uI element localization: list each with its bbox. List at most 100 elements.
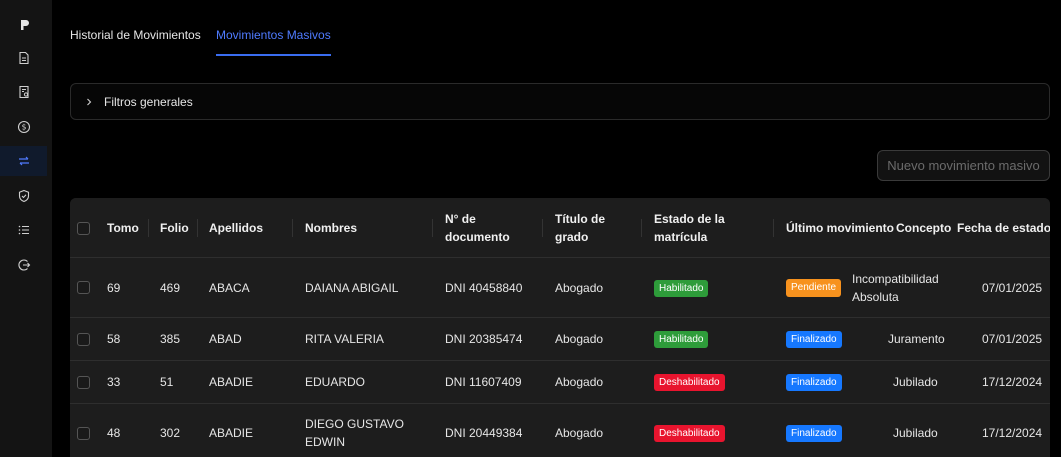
cell-tomo: 48 xyxy=(107,426,121,440)
cell-concepto: Jubilado xyxy=(893,375,938,389)
cell-documento: DNI 20385474 xyxy=(445,332,523,346)
cell-nombres-line1: DIEGO GUSTAVO xyxy=(305,417,404,431)
cell-tomo: 58 xyxy=(107,332,121,346)
tab-movimientos-masivos[interactable]: Movimientos Masivos xyxy=(216,22,331,56)
sidebar-item-payments[interactable]: $ xyxy=(0,112,47,142)
movements-table: Tomo Folio Apellidos Nombres N° de docum… xyxy=(70,198,1050,457)
cell-apellidos: ABADIE xyxy=(209,375,254,389)
transfer-icon xyxy=(18,156,29,166)
cell-nombres: DAIANA ABIGAIL xyxy=(305,281,399,295)
movement-badge-finalizado: Finalizado xyxy=(786,425,842,442)
sidebar-item-security[interactable] xyxy=(0,181,47,211)
cell-folio: 302 xyxy=(160,426,181,440)
row-checkbox[interactable] xyxy=(77,281,90,294)
chevron-right-icon xyxy=(87,98,92,105)
row-checkbox[interactable] xyxy=(77,333,90,346)
header-documento[interactable]: N° de documento xyxy=(445,210,510,246)
cell-folio: 51 xyxy=(160,375,174,389)
cell-nombres: EDUARDO xyxy=(305,375,366,389)
shield-check-icon xyxy=(18,189,29,203)
sidebar-item-movements[interactable] xyxy=(0,146,47,176)
list-icon xyxy=(18,225,29,235)
movement-badge-pendiente: Pendiente xyxy=(786,279,842,297)
sidebar: $ xyxy=(0,0,52,457)
header-ultimo-movimiento[interactable]: Último movimiento xyxy=(786,219,894,237)
filters-accordion[interactable]: Filtros generales xyxy=(70,83,1050,120)
cell-tomo: 33 xyxy=(107,375,121,389)
svg-text:$: $ xyxy=(21,123,26,132)
header-documento-line1: N° de xyxy=(445,212,476,226)
table-row[interactable]: 33 51 ABADIE EDUARDO DNI 11607409 Abogad… xyxy=(70,361,1050,404)
sidebar-item-list[interactable] xyxy=(0,215,47,245)
cell-concepto: Jubilado xyxy=(893,426,938,440)
status-badge-habilitado: Habilitado xyxy=(654,331,709,348)
table-header: Tomo Folio Apellidos Nombres N° de docum… xyxy=(70,198,1050,258)
header-titulo[interactable]: Título de grado xyxy=(555,210,605,246)
table-row[interactable]: 48 302 ABADIE DIEGO GUSTAVO EDWIN DNI 20… xyxy=(70,404,1050,457)
cell-documento: DNI 11607409 xyxy=(445,375,522,389)
cell-concepto-line2: Absoluta xyxy=(852,290,899,304)
cell-fecha: 07/01/2025 xyxy=(982,332,1043,346)
header-fecha-estado[interactable]: Fecha de estado xyxy=(957,219,1050,237)
sidebar-item-logout[interactable] xyxy=(0,250,47,280)
column-divider xyxy=(148,219,149,237)
row-checkbox[interactable] xyxy=(77,427,90,440)
cell-documento: DNI 20449384 xyxy=(445,426,523,440)
logo-icon xyxy=(20,20,29,30)
header-estado[interactable]: Estado de la matrícula xyxy=(654,210,725,246)
header-tomo[interactable]: Tomo xyxy=(107,219,139,237)
cell-tomo: 69 xyxy=(107,281,121,295)
cell-fecha: 07/01/2025 xyxy=(982,281,1043,295)
table-row[interactable]: 58 385 ABAD RITA VALERIA DNI 20385474 Ab… xyxy=(70,318,1050,361)
cell-titulo: Abogado xyxy=(555,426,604,440)
header-estado-line1: Estado de la xyxy=(654,212,725,226)
cell-fecha: 17/12/2024 xyxy=(982,375,1043,389)
sidebar-item-documents[interactable] xyxy=(0,43,47,73)
header-titulo-line1: Título de xyxy=(555,212,605,226)
column-divider xyxy=(773,219,774,237)
status-badge-habilitado: Habilitado xyxy=(654,280,709,297)
select-all-checkbox[interactable] xyxy=(77,222,90,235)
cell-documento: DNI 40458840 xyxy=(445,281,523,295)
document-icon xyxy=(18,51,29,65)
cell-titulo: Abogado xyxy=(555,281,604,295)
cell-fecha: 17/12/2024 xyxy=(982,426,1043,440)
column-divider xyxy=(197,219,198,237)
sidebar-item-logo[interactable] xyxy=(0,10,47,40)
sidebar-item-certificates[interactable] xyxy=(0,77,47,107)
new-mass-movement-button[interactable]: Nuevo movimiento masivo xyxy=(877,150,1050,181)
cell-apellidos: ABACA xyxy=(209,281,250,295)
header-titulo-line2: grado xyxy=(555,230,589,244)
header-folio[interactable]: Folio xyxy=(160,219,189,237)
cell-folio: 469 xyxy=(160,281,181,295)
cell-nombres: RITA VALERIA xyxy=(305,332,384,346)
cell-apellidos: ABADIE xyxy=(209,426,254,440)
column-divider xyxy=(641,219,642,237)
cell-concepto-line1: Incompatibilidad xyxy=(852,272,939,286)
status-badge-deshabilitado: Deshabilitado xyxy=(654,425,725,442)
cell-nombres: DIEGO GUSTAVO EDWIN xyxy=(305,415,404,451)
table-row[interactable]: 69 469 ABACA DAIANA ABIGAIL DNI 40458840… xyxy=(70,258,1050,318)
movement-badge-finalizado: Finalizado xyxy=(786,331,842,348)
tab-historial-movimientos[interactable]: Historial de Movimientos xyxy=(70,22,201,56)
header-estado-line2: matrícula xyxy=(654,230,708,244)
cell-titulo: Abogado xyxy=(555,332,604,346)
cell-titulo: Abogado xyxy=(555,375,604,389)
header-nombres[interactable]: Nombres xyxy=(305,219,357,237)
logout-icon xyxy=(17,259,30,271)
row-checkbox[interactable] xyxy=(77,376,90,389)
cell-nombres-line2: EDWIN xyxy=(305,435,345,449)
cell-concepto: Incompatibilidad Absoluta xyxy=(852,270,939,306)
dollar-icon: $ xyxy=(17,120,30,134)
status-badge-deshabilitado: Deshabilitado xyxy=(654,374,725,391)
column-divider xyxy=(292,219,293,237)
header-concepto[interactable]: Concepto xyxy=(896,219,951,237)
movement-badge-finalizado: Finalizado xyxy=(786,374,842,391)
filters-label: Filtros generales xyxy=(104,94,193,109)
column-divider xyxy=(432,219,433,237)
header-apellidos[interactable]: Apellidos xyxy=(209,219,263,237)
column-divider xyxy=(542,219,543,237)
header-documento-line2: documento xyxy=(445,230,510,244)
cell-concepto: Juramento xyxy=(888,332,945,346)
certificate-icon xyxy=(18,85,29,99)
